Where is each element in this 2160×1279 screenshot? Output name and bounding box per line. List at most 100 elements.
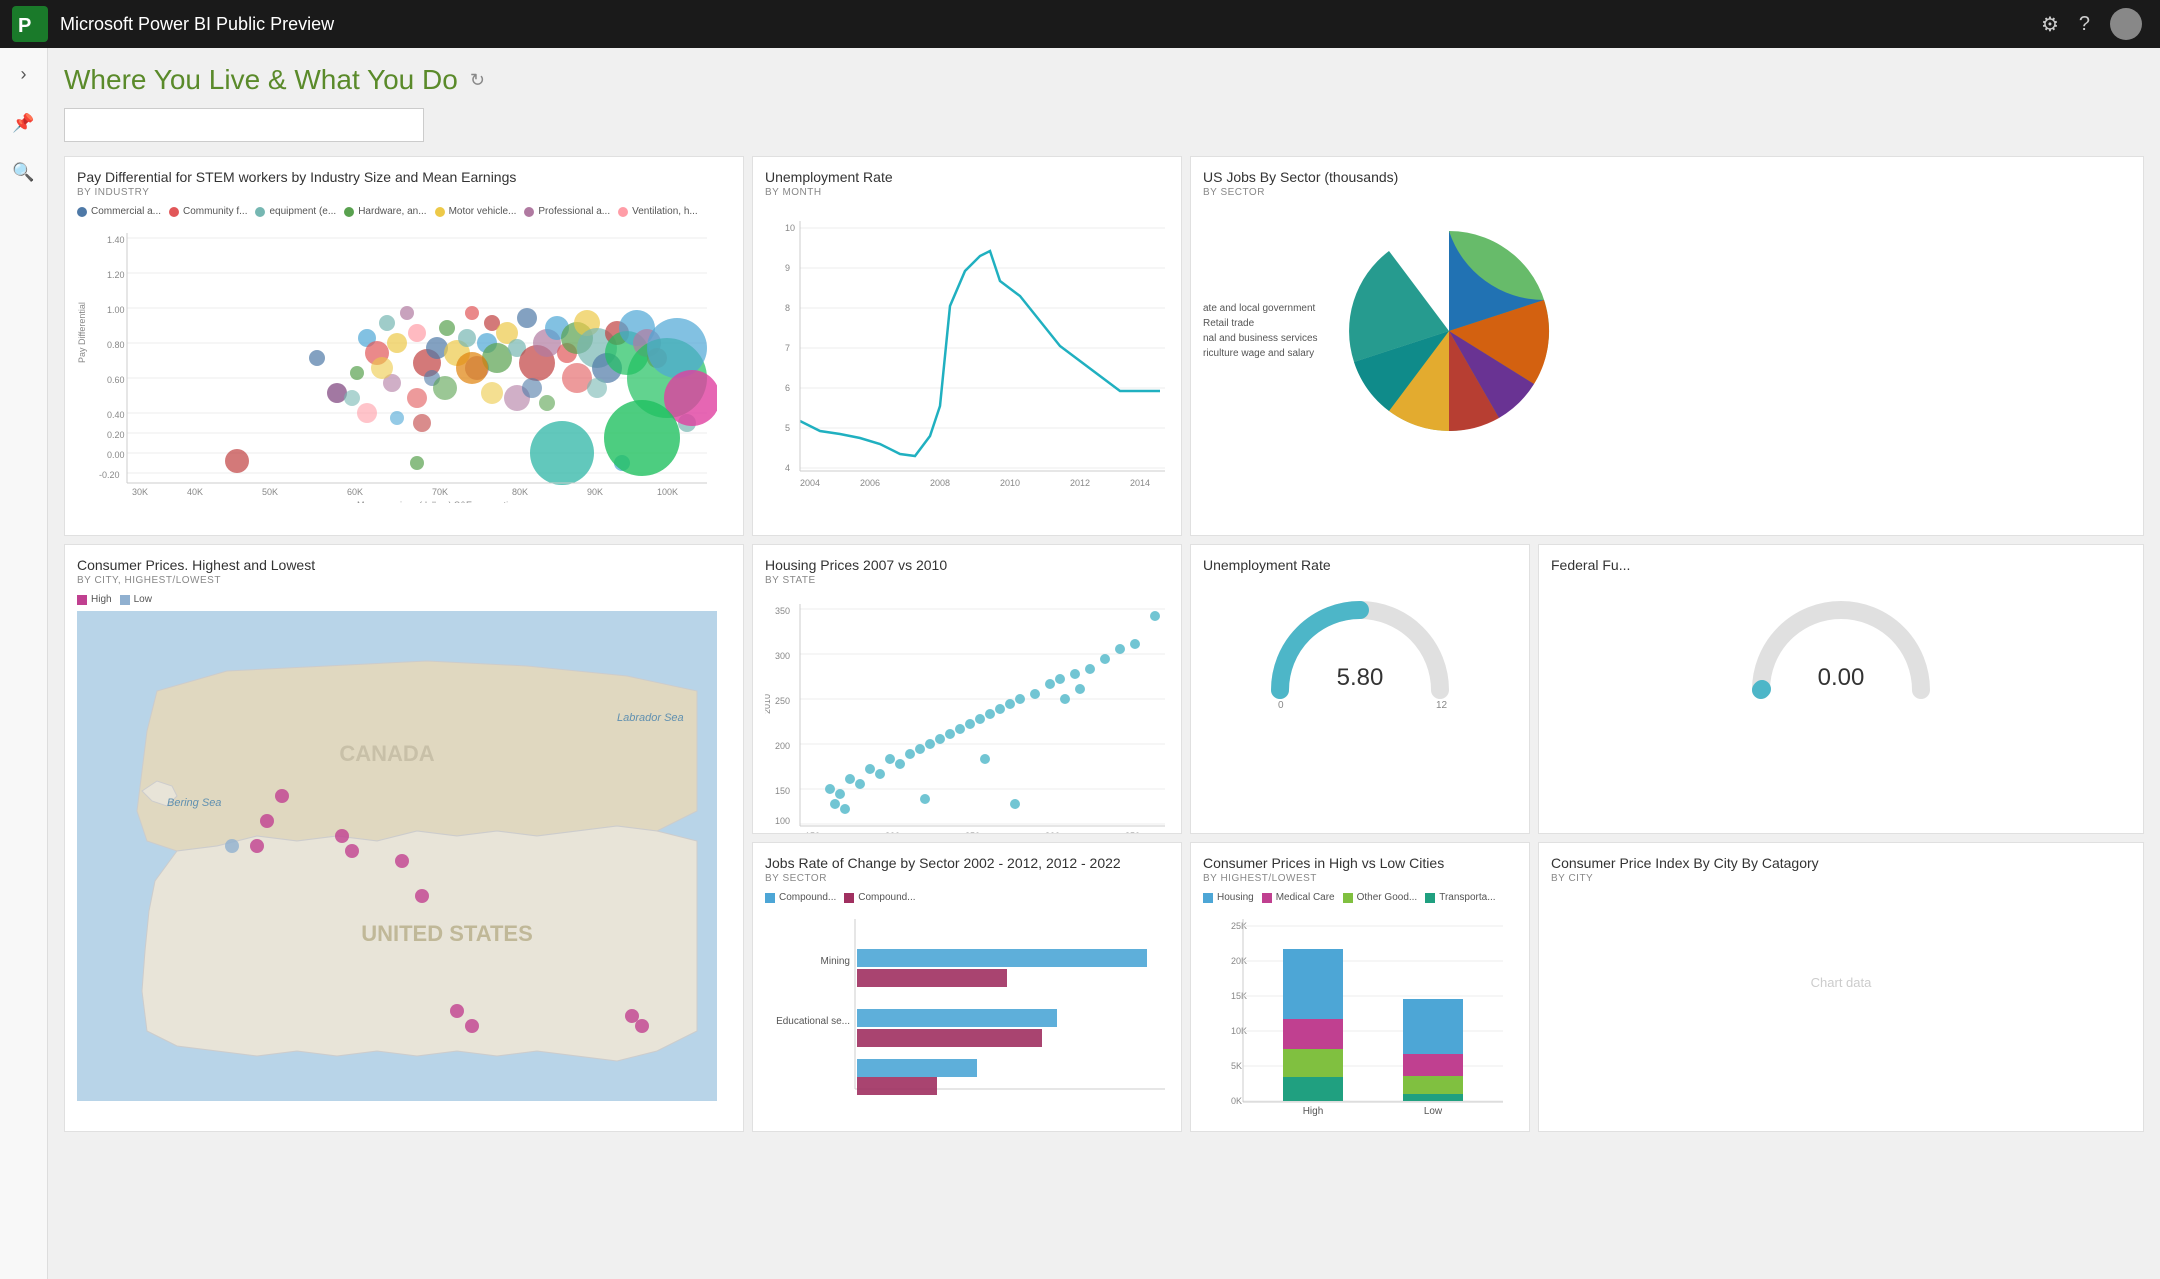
- federal-title: Federal Fu...: [1551, 557, 2131, 573]
- housing-scatter-svg: 350 300 250 200 150 100 2010 150 200 250…: [765, 594, 1175, 834]
- gauge-container: 5.80 0 12: [1203, 575, 1517, 715]
- svg-text:8: 8: [785, 303, 790, 313]
- sidebar-search-icon[interactable]: 🔍: [4, 154, 42, 191]
- housing-scatter-title: Housing Prices 2007 vs 2010: [765, 557, 1169, 573]
- jobs-bar-legend: Compound... Compound...: [765, 892, 1169, 903]
- map-legend-low: Low: [120, 594, 152, 605]
- federal-funds-card: Federal Fu... 0.00: [1538, 544, 2144, 834]
- svg-text:350: 350: [1125, 831, 1140, 834]
- svg-text:1.00: 1.00: [107, 305, 125, 315]
- svg-text:0: 0: [1278, 700, 1284, 710]
- svg-text:2010: 2010: [765, 694, 772, 714]
- svg-text:90K: 90K: [587, 487, 603, 497]
- svg-text:0.20: 0.20: [107, 430, 125, 440]
- svg-text:2004: 2004: [800, 478, 820, 488]
- bubble-chart-svg: 1.40 1.20 1.00 0.80 0.60 0.40 0.20 0.00 …: [77, 223, 717, 503]
- unemployment-line-card: Unemployment Rate BY MONTH 10 9 8 7 6 5 …: [752, 156, 1182, 536]
- jobs-bar-card: Jobs Rate of Change by Sector 2002 - 201…: [752, 842, 1182, 1132]
- svg-text:Bering Sea: Bering Sea: [167, 797, 221, 809]
- legend-item: Professional a...: [524, 206, 610, 217]
- map-card: Consumer Prices. Highest and Lowest BY C…: [64, 544, 744, 1132]
- svg-text:0.00: 0.00: [107, 450, 125, 460]
- consumer-index-card: Consumer Price Index By City By Catagory…: [1538, 842, 2144, 1132]
- refresh-icon[interactable]: ↻: [470, 70, 485, 91]
- svg-text:60K: 60K: [347, 487, 363, 497]
- svg-text:10: 10: [785, 223, 795, 233]
- svg-text:100: 100: [775, 816, 790, 826]
- map-subtitle: BY CITY, HIGHEST/LOWEST: [77, 575, 731, 586]
- consumer-index-title: Consumer Price Index By City By Catagory: [1551, 855, 2131, 871]
- sidebar-expand-icon[interactable]: ›: [13, 56, 35, 93]
- svg-text:P: P: [18, 15, 31, 37]
- svg-text:2014: 2014: [1130, 478, 1150, 488]
- search-input[interactable]: [64, 108, 424, 142]
- consumer-stacked-legend: Housing Medical Care Other Good... Trans…: [1203, 892, 1517, 903]
- svg-text:2006: 2006: [860, 478, 880, 488]
- unemployment-line-svg: 10 9 8 7 6 5 4 2004 2006 2008 2010: [765, 206, 1175, 516]
- svg-text:50K: 50K: [262, 487, 278, 497]
- jobs-bar-svg: Mining Educational se...: [765, 909, 1175, 1109]
- consumer-index-placeholder: Chart data: [1551, 892, 2131, 1072]
- svg-text:High: High: [1303, 1106, 1324, 1117]
- svg-text:100K: 100K: [657, 487, 678, 497]
- user-icon[interactable]: [2104, 2, 2148, 46]
- svg-text:40K: 40K: [187, 487, 203, 497]
- legend-other: Other Good...: [1343, 892, 1418, 903]
- map-legend: High Low: [77, 594, 731, 605]
- svg-text:300: 300: [1045, 831, 1060, 834]
- svg-text:9: 9: [785, 263, 790, 273]
- housing-scatter-card: Housing Prices 2007 vs 2010 BY STATE 350…: [752, 544, 1182, 834]
- legend-item: Commercial a...: [77, 206, 161, 217]
- bubble-legend: Commercial a... Community f... equipment…: [77, 206, 731, 217]
- svg-text:12: 12: [1436, 700, 1448, 710]
- legend-item: Ventilation, h...: [618, 206, 698, 217]
- consumer-stacked-card: Consumer Prices in High vs Low Cities BY…: [1190, 842, 1530, 1132]
- help-icon[interactable]: ?: [2073, 7, 2096, 42]
- legend-medical: Medical Care: [1262, 892, 1335, 903]
- legend-item: Hardware, an...: [344, 206, 426, 217]
- legend-housing: Housing: [1203, 892, 1254, 903]
- federal-gauge-svg: 0.00: [1741, 580, 1941, 710]
- svg-text:Mining: Mining: [821, 956, 850, 967]
- svg-text:6: 6: [785, 383, 790, 393]
- gauge-svg: 5.80 0 12: [1260, 580, 1460, 710]
- svg-text:Educational se...: Educational se...: [776, 1016, 850, 1027]
- svg-text:0.80: 0.80: [107, 340, 125, 350]
- svg-text:CANADA: CANADA: [339, 741, 434, 766]
- unemployment-line-title: Unemployment Rate: [765, 169, 1169, 185]
- page-title: Where You Live & What You Do: [64, 64, 458, 96]
- sidebar-pin-icon[interactable]: 📌: [4, 105, 42, 142]
- consumer-stacked-title: Consumer Prices in High vs Low Cities: [1203, 855, 1517, 871]
- topbar-actions: ⚙ ?: [2035, 2, 2148, 46]
- jobs-bar-subtitle: BY SECTOR: [765, 873, 1169, 884]
- svg-text:200: 200: [885, 831, 900, 834]
- unemployment-gauge-card: Unemployment Rate 5.80 0 12: [1190, 544, 1530, 834]
- topbar: P Microsoft Power BI Public Preview ⚙ ?: [0, 0, 2160, 48]
- consumer-stacked-subtitle: BY HIGHEST/LOWEST: [1203, 873, 1517, 884]
- jobs-bar-title: Jobs Rate of Change by Sector 2002 - 201…: [765, 855, 1169, 871]
- settings-icon[interactable]: ⚙: [2035, 6, 2065, 43]
- legend-transport: Transporta...: [1425, 892, 1495, 903]
- bubble-chart-card: Pay Differential for STEM workers by Ind…: [64, 156, 744, 536]
- svg-text:70K: 70K: [432, 487, 448, 497]
- svg-text:4: 4: [785, 463, 790, 473]
- svg-text:0.60: 0.60: [107, 375, 125, 385]
- legend-item: Compound...: [844, 892, 915, 903]
- powerbi-logo: P: [12, 6, 48, 42]
- bubble-chart-title: Pay Differential for STEM workers by Ind…: [77, 169, 731, 185]
- svg-text:250: 250: [965, 831, 980, 834]
- svg-text:5: 5: [785, 423, 790, 433]
- pie-chart-card: US Jobs By Sector (thousands) BY SECTOR …: [1190, 156, 2144, 536]
- page-header: Where You Live & What You Do ↻: [64, 64, 2144, 96]
- user-avatar: [2110, 8, 2142, 40]
- legend-item: Motor vehicle...: [435, 206, 517, 217]
- svg-text:7: 7: [785, 343, 790, 353]
- svg-text:300: 300: [775, 651, 790, 661]
- svg-text:200: 200: [775, 741, 790, 751]
- pie-legend-item: riculture wage and salary: [1203, 348, 1323, 359]
- housing-scatter-subtitle: BY STATE: [765, 575, 1169, 586]
- sidebar: › 📌 🔍: [0, 48, 48, 1279]
- pie-chart-svg: [1339, 206, 1559, 456]
- pie-chart-subtitle: BY SECTOR: [1203, 187, 2131, 198]
- pie-chart-title: US Jobs By Sector (thousands): [1203, 169, 2131, 185]
